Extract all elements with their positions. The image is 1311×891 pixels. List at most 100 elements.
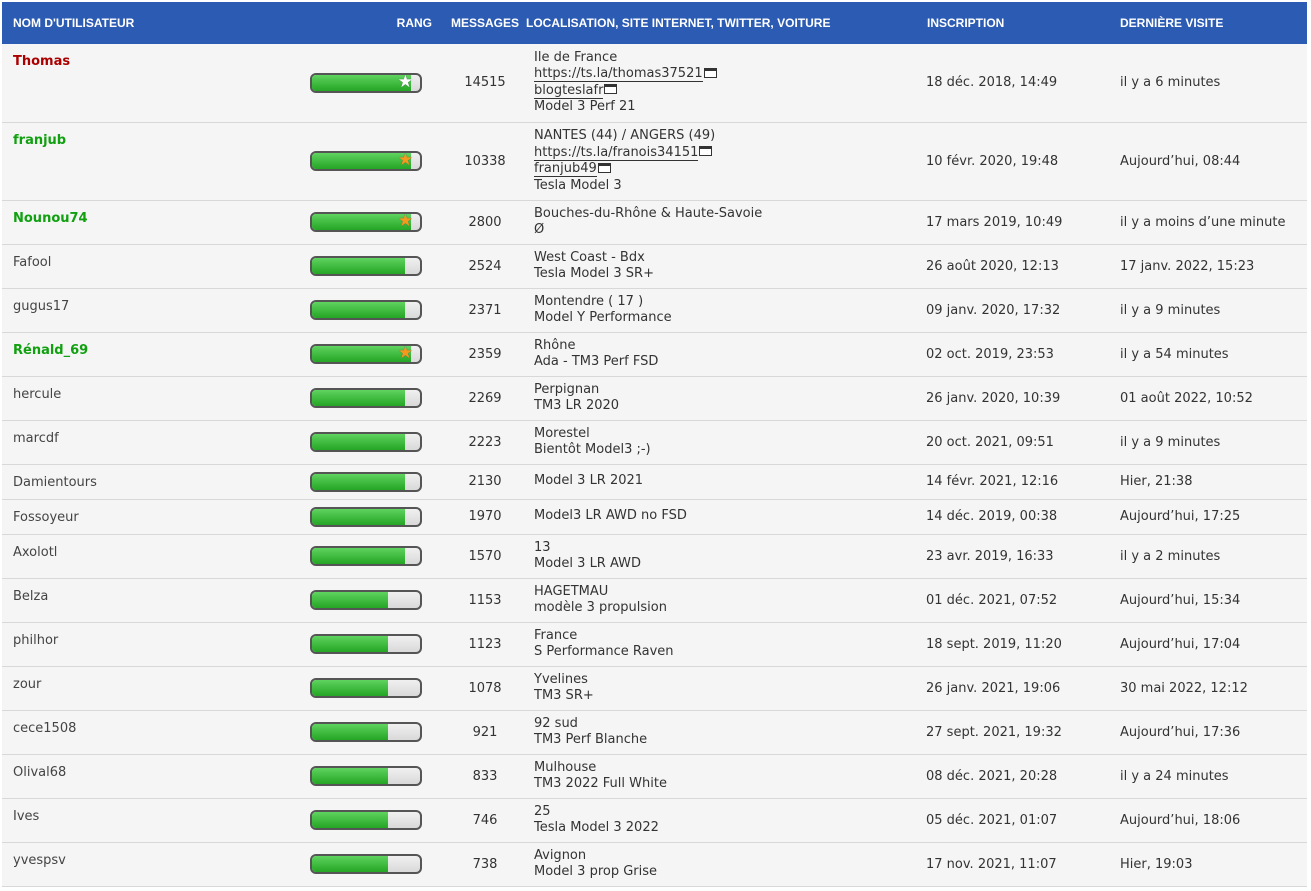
memberlist: Nom d'utilisateur Rang Messages Localisa… xyxy=(2,2,1307,887)
website-link[interactable]: https://ts.la/franois34151 xyxy=(534,144,699,161)
message-count[interactable]: 738 xyxy=(473,857,498,872)
username-link[interactable]: Damientours xyxy=(13,475,97,490)
location-text: West Coast - Bdx xyxy=(534,249,645,265)
message-count[interactable]: 1153 xyxy=(468,593,501,608)
header-registration[interactable]: Inscription xyxy=(924,2,1120,44)
rank-bar xyxy=(310,300,422,320)
rank-star-icon: ★ xyxy=(397,151,413,170)
external-link-icon[interactable] xyxy=(597,162,611,173)
registration-date: 05 déc. 2021, 01:07 xyxy=(926,812,1058,828)
message-count[interactable]: 2359 xyxy=(468,347,501,362)
message-count[interactable]: 1970 xyxy=(468,509,501,524)
location-text: Bouches-du-Rhône & Haute-Savoie xyxy=(534,205,763,221)
message-count[interactable]: 1570 xyxy=(468,549,501,564)
message-count[interactable]: 833 xyxy=(473,769,498,784)
rank-bar xyxy=(310,546,422,566)
table-row: yvespsv 738 Avignon Model 3 prop Grise 17 no… xyxy=(2,842,1307,886)
table-row: cece1508 921 92 sud TM3 Perf Blanche 27 sept… xyxy=(2,710,1307,754)
username-link[interactable]: Thomas xyxy=(13,54,70,69)
external-link-icon[interactable] xyxy=(604,84,618,95)
rank-bar-fill xyxy=(312,214,412,230)
rank-bar-fill xyxy=(312,548,405,564)
header-last-visit[interactable]: Dernière visite xyxy=(1120,2,1307,44)
twitter-link[interactable]: franjub49 xyxy=(534,161,597,177)
header-rank[interactable]: Rang xyxy=(298,2,448,44)
username-link[interactable]: hercule xyxy=(13,387,61,402)
username-link[interactable]: Axolotl xyxy=(13,545,57,560)
username-link[interactable]: Rénald_69 xyxy=(13,343,88,358)
memberlist-table: Nom d'utilisateur Rang Messages Localisa… xyxy=(2,2,1307,887)
location-text: France xyxy=(534,627,578,643)
username-link[interactable]: philhor xyxy=(13,633,58,648)
location-cell: Mulhouse TM3 2022 Full White xyxy=(522,754,924,798)
username-link[interactable]: cece1508 xyxy=(13,721,76,736)
rank-star-icon: ★ xyxy=(397,344,413,363)
last-visit: 30 mai 2022, 12:12 xyxy=(1120,680,1248,696)
username-link[interactable]: Belza xyxy=(13,589,48,604)
username-link[interactable]: franjub xyxy=(13,133,66,148)
rank-bar-fill xyxy=(312,390,405,406)
message-count[interactable]: 2223 xyxy=(468,435,501,450)
username-link[interactable]: Fossoyeur xyxy=(13,510,79,525)
header-location[interactable]: Localisation, site internet, Twitter, vo… xyxy=(522,2,924,44)
table-row: marcdf 2223 Morestel Bientôt Model3 ;-) 20 o… xyxy=(2,420,1307,464)
message-count[interactable]: 2269 xyxy=(468,391,501,406)
rank-bar-fill xyxy=(312,636,388,652)
username-link[interactable]: gugus17 xyxy=(13,299,69,314)
last-visit: il y a 54 minutes xyxy=(1120,346,1229,362)
header-username[interactable]: Nom d'utilisateur xyxy=(2,2,298,44)
rank-bar xyxy=(310,722,422,742)
username-link[interactable]: Olival68 xyxy=(13,765,66,780)
rank-star-icon: ★ xyxy=(397,212,413,231)
external-link-icon[interactable] xyxy=(703,67,717,78)
location-text: Perpignan xyxy=(534,381,600,397)
message-count[interactable]: 2130 xyxy=(468,474,501,489)
rank-bar-fill xyxy=(312,258,405,274)
last-visit: il y a 9 minutes xyxy=(1120,434,1221,450)
last-visit: Aujourd’hui, 08:44 xyxy=(1120,153,1241,169)
car-text: TM3 2022 Full White xyxy=(534,776,667,791)
table-row: philhor 1123 France S Performance Raven 18 s… xyxy=(2,622,1307,666)
table-row: hercule 2269 Perpignan TM3 LR 2020 26 janv. … xyxy=(2,376,1307,420)
message-count[interactable]: 14515 xyxy=(464,75,505,90)
location-cell: Ile de France https://ts.la/thomas37521 bl… xyxy=(522,44,924,122)
rank-bar-fill xyxy=(312,812,388,828)
rank-bar-fill xyxy=(312,74,412,91)
header-messages[interactable]: Messages xyxy=(448,2,522,44)
message-count[interactable]: 2524 xyxy=(468,259,501,274)
username-link[interactable]: Ives xyxy=(13,809,39,824)
username-link[interactable]: zour xyxy=(13,677,41,692)
message-count[interactable]: 2800 xyxy=(468,215,501,230)
last-visit: il y a moins d’une minute xyxy=(1120,214,1286,230)
message-count[interactable]: 1123 xyxy=(468,637,501,652)
table-row: gugus17 2371 Montendre ( 17 ) Model Y Perfo… xyxy=(2,288,1307,332)
username-link[interactable]: Fafool xyxy=(13,255,51,270)
location-text: Montendre ( 17 ) xyxy=(534,293,644,309)
location-cell: Morestel Bientôt Model3 ;-) xyxy=(522,420,924,464)
twitter-link[interactable]: blogteslafr xyxy=(534,82,604,99)
table-row: franjub ★ 10338 NANTES (44) / ANGERS (49) ht… xyxy=(2,122,1307,200)
message-count[interactable]: 921 xyxy=(473,725,498,740)
location-text: Avignon xyxy=(534,847,587,863)
message-count[interactable]: 2371 xyxy=(468,303,501,318)
external-link-icon[interactable] xyxy=(699,146,713,156)
username-link[interactable]: Nounou74 xyxy=(13,211,88,226)
rank-bar-fill xyxy=(312,680,388,696)
car-text: S Performance Raven xyxy=(534,644,674,659)
registration-date: 08 déc. 2021, 20:28 xyxy=(926,768,1058,784)
location-cell: West Coast - Bdx Tesla Model 3 SR+ xyxy=(522,244,924,288)
rank-bar xyxy=(310,432,422,452)
rank-bar xyxy=(310,810,422,830)
car-text: Ø xyxy=(534,222,545,237)
table-row: Fafool 2524 West Coast - Bdx Tesla Model 3 … xyxy=(2,244,1307,288)
registration-date: 17 nov. 2021, 11:07 xyxy=(926,856,1057,872)
message-count[interactable]: 10338 xyxy=(464,154,505,169)
location-cell: Rhône Ada - TM3 Perf FSD xyxy=(522,332,924,376)
website-link[interactable]: https://ts.la/thomas37521 xyxy=(534,66,703,83)
registration-date: 23 avr. 2019, 16:33 xyxy=(926,548,1054,564)
message-count[interactable]: 1078 xyxy=(468,681,501,696)
username-link[interactable]: marcdf xyxy=(13,431,59,446)
message-count[interactable]: 746 xyxy=(473,813,498,828)
table-row: zour 1078 Yvelines TM3 SR+ 26 janv. 2021, 19… xyxy=(2,666,1307,710)
username-link[interactable]: yvespsv xyxy=(13,853,66,868)
